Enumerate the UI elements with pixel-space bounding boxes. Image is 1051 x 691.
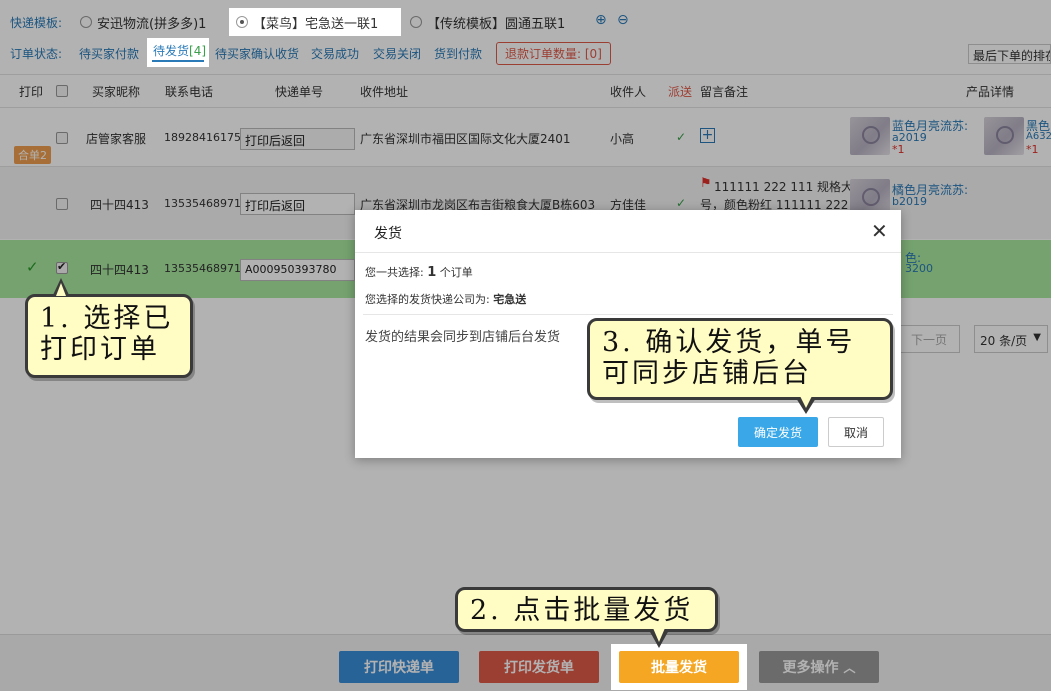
callout-step3: 3. 确认发货，单号 可同步店铺后台 bbox=[587, 318, 893, 400]
callout-step1-line1: 1. 选择已 bbox=[40, 303, 174, 334]
highlight-awaiting-shipment: 待发货[4] bbox=[147, 38, 209, 67]
cancel-button[interactable]: 取消 bbox=[828, 417, 884, 447]
template-option-cainiao-highlight[interactable]: 【菜鸟】宅急送一联1 bbox=[253, 13, 378, 32]
batch-ship-button[interactable]: 批量发货 bbox=[619, 651, 739, 683]
confirm-ship-button[interactable]: 确定发货 bbox=[738, 417, 818, 447]
highlight-batch-ship: 批量发货 bbox=[611, 644, 747, 690]
template-radio-cainiao-highlight bbox=[236, 16, 248, 28]
selected-count-text: 您一共选择: 1 个订单 bbox=[365, 265, 473, 280]
callout-step3-line1: 3. 确认发货，单号 bbox=[602, 327, 856, 358]
sync-note: 发货的结果会同步到店铺后台发货 bbox=[365, 330, 561, 345]
callout-step2-pointer-fill bbox=[653, 628, 665, 642]
dialog-divider bbox=[355, 252, 901, 253]
callout-step1-line2: 打印订单 bbox=[40, 334, 160, 365]
dialog-divider bbox=[363, 314, 893, 315]
dialog-title: 发货 bbox=[374, 226, 402, 242]
express-company-text: 您选择的发货快递公司为: 宅急送 bbox=[365, 293, 527, 306]
active-tab-underline-highlight bbox=[152, 60, 204, 62]
callout-step1: 1. 选择已 打印订单 bbox=[25, 294, 193, 378]
callout-step3-pointer-fill bbox=[800, 396, 812, 408]
callout-step1-pointer-fill bbox=[56, 283, 66, 296]
highlight-cainiao-template: 【菜鸟】宅急送一联1 bbox=[229, 8, 401, 36]
close-icon[interactable]: ✕ bbox=[871, 219, 888, 243]
tab-awaiting-shipment-highlight[interactable]: 待发货[4] bbox=[153, 42, 206, 59]
callout-step3-line2: 可同步店铺后台 bbox=[602, 358, 812, 389]
callout-step2: 2. 点击批量发货 bbox=[455, 587, 718, 632]
